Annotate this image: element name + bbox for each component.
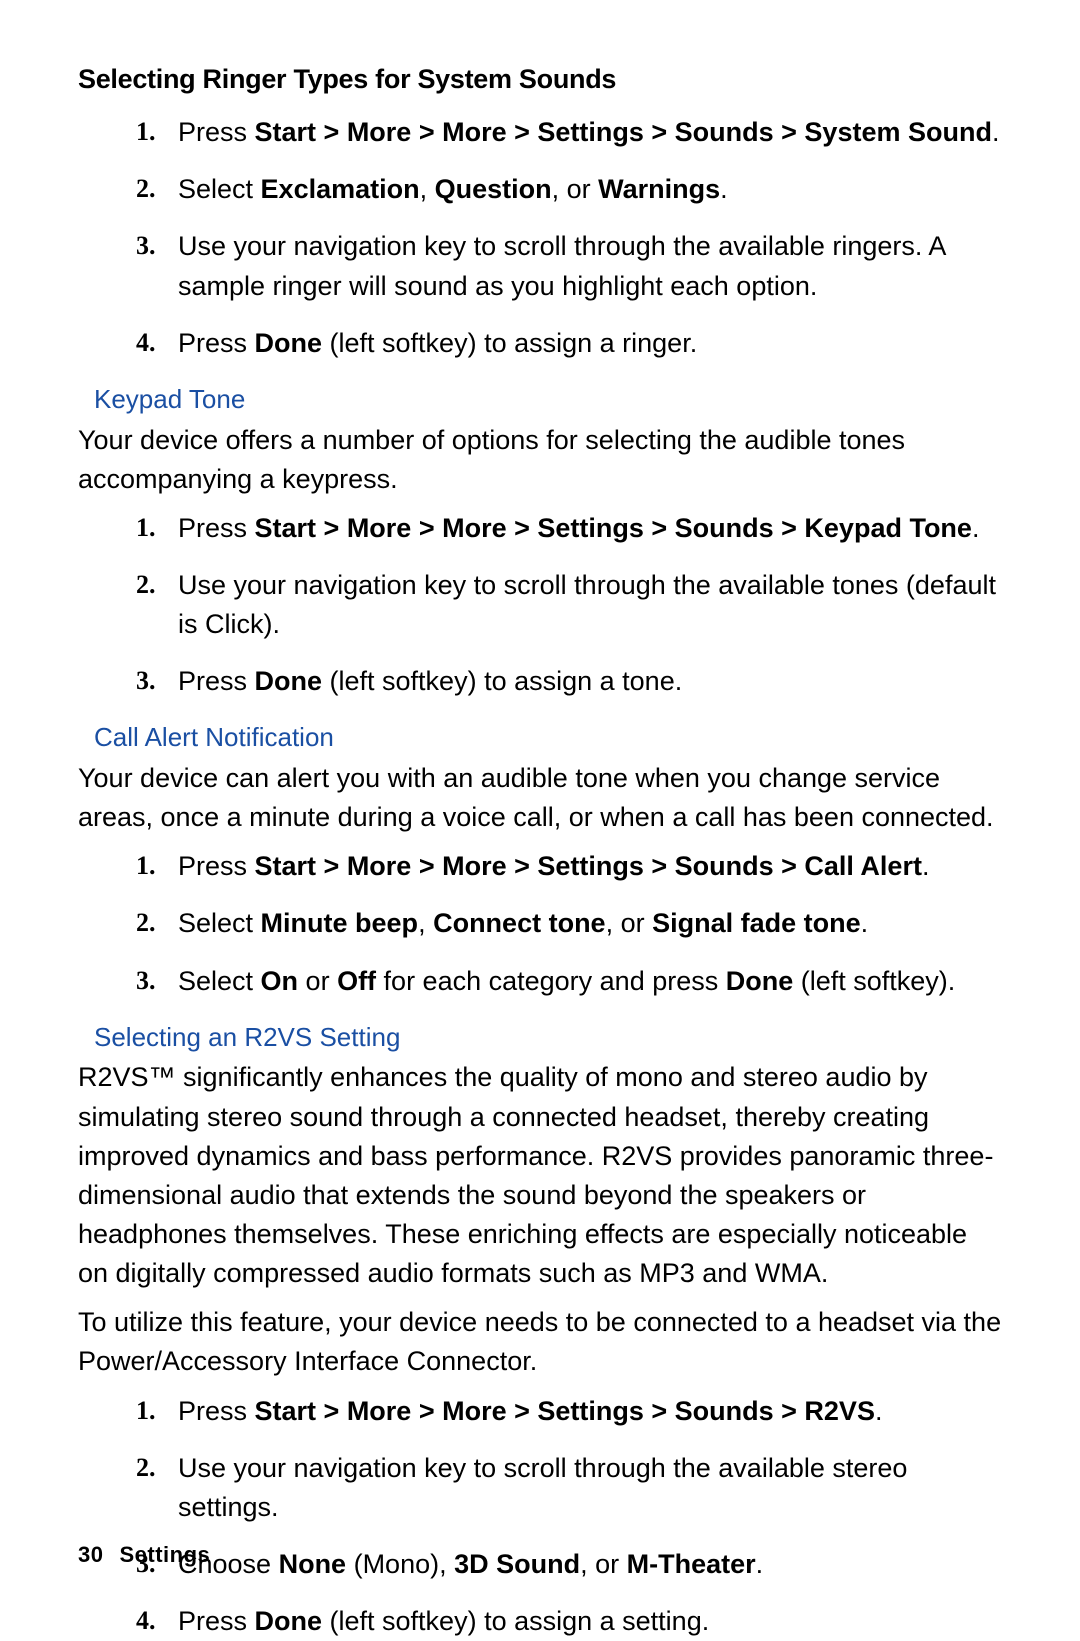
list-item: 1.Press Start > More > More > Settings >… (178, 1392, 1002, 1431)
intro-keypad-tone: Your device offers a number of options f… (78, 421, 1002, 499)
list-item: 4.Press Done (left softkey) to assign a … (178, 1602, 1002, 1641)
step-text: Choose None (Mono), 3D Sound, or M-Theat… (178, 1549, 763, 1579)
page-number: 30 (78, 1542, 103, 1567)
list-item: 2.Use your navigation key to scroll thro… (178, 566, 1002, 644)
step-text: Press Start > More > More > Settings > S… (178, 513, 979, 543)
heading-r2vs: Selecting an R2VS Setting (94, 1019, 1002, 1057)
list-item: 3.Press Done (left softkey) to assign a … (178, 662, 1002, 701)
content: Selecting Ringer Types for System Sounds… (78, 60, 1002, 1641)
steps-section3: 1.Press Start > More > More > Settings >… (78, 847, 1002, 1000)
step-text: Use your navigation key to scroll throug… (178, 1453, 907, 1522)
intro-r2vs-1: R2VS™ significantly enhances the quality… (78, 1058, 1002, 1293)
step-text: Press Start > More > More > Settings > S… (178, 1396, 882, 1426)
page-footer: 30 Settings (78, 1542, 210, 1568)
page: Selecting Ringer Types for System Sounds… (0, 0, 1080, 1620)
list-item: 3.Select On or Off for each category and… (178, 962, 1002, 1001)
intro-r2vs-2: To utilize this feature, your device nee… (78, 1303, 1002, 1381)
list-item: 2.Use your navigation key to scroll thro… (178, 1449, 1002, 1527)
step-text: Press Done (left softkey) to assign a ri… (178, 328, 697, 358)
list-item: 4.Press Done (left softkey) to assign a … (178, 324, 1002, 363)
step-text: Press Start > More > More > Settings > S… (178, 117, 999, 147)
steps-section1: 1.Press Start > More > More > Settings >… (78, 113, 1002, 363)
list-item: 3.Use your navigation key to scroll thro… (178, 227, 1002, 305)
footer-section-label: Settings (119, 1542, 210, 1567)
step-text: Use your navigation key to scroll throug… (178, 570, 996, 639)
heading-keypad-tone: Keypad Tone (94, 381, 1002, 419)
steps-section4: 1.Press Start > More > More > Settings >… (78, 1392, 1002, 1641)
step-text: Press Done (left softkey) to assign a to… (178, 666, 682, 696)
list-item: 2.Select Exclamation, Question, or Warni… (178, 170, 1002, 209)
list-item: 2.Select Minute beep, Connect tone, or S… (178, 904, 1002, 943)
step-text: Press Done (left softkey) to assign a se… (178, 1606, 709, 1636)
intro-call-alert: Your device can alert you with an audibl… (78, 759, 1002, 837)
steps-section2: 1.Press Start > More > More > Settings >… (78, 509, 1002, 702)
step-text: Use your navigation key to scroll throug… (178, 231, 945, 300)
list-item: 3.Choose None (Mono), 3D Sound, or M-The… (178, 1545, 1002, 1584)
list-item: 1.Press Start > More > More > Settings >… (178, 509, 1002, 548)
step-text: Select Minute beep, Connect tone, or Sig… (178, 908, 868, 938)
step-text: Select On or Off for each category and p… (178, 966, 955, 996)
heading-call-alert: Call Alert Notification (94, 719, 1002, 757)
heading-ringer-types: Selecting Ringer Types for System Sounds (78, 60, 1002, 99)
list-item: 1.Press Start > More > More > Settings >… (178, 113, 1002, 152)
step-text: Press Start > More > More > Settings > S… (178, 851, 929, 881)
list-item: 1.Press Start > More > More > Settings >… (178, 847, 1002, 886)
step-text: Select Exclamation, Question, or Warning… (178, 174, 728, 204)
